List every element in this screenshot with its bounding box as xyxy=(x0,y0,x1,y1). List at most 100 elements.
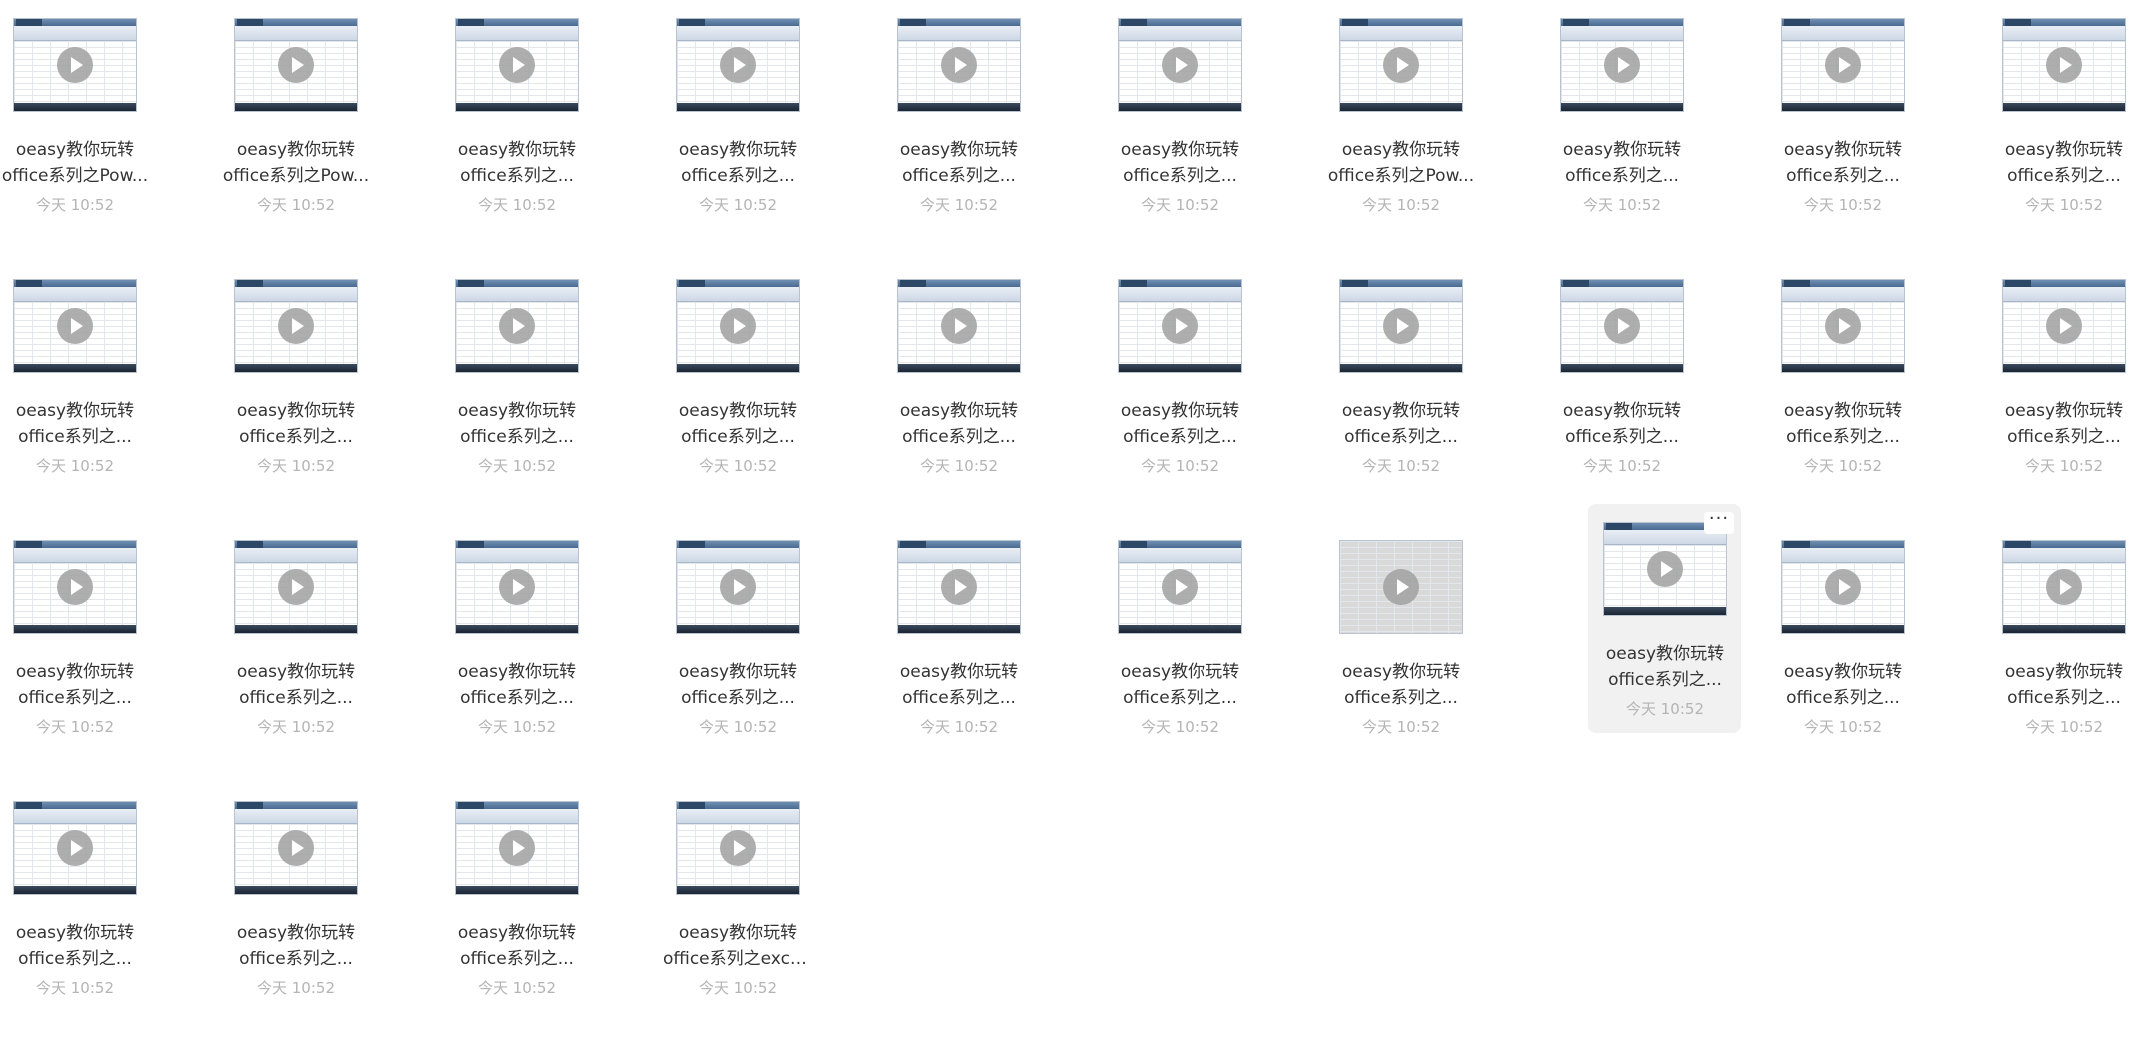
play-icon[interactable] xyxy=(1825,47,1861,83)
video-tile[interactable]: oeasy教你玩转 office系列之... 今天 10:52 xyxy=(1326,261,1547,522)
play-icon[interactable] xyxy=(278,569,314,605)
video-tile[interactable]: oeasy教你玩转 office系列之... 今天 10:52 xyxy=(221,522,442,783)
video-tile[interactable]: oeasy教你玩转 office系列之... 今天 10:52 xyxy=(442,783,663,1044)
video-tile[interactable]: oeasy教你玩转 office系列之Pow... 今天 10:52 xyxy=(221,0,442,261)
video-thumbnail[interactable] xyxy=(1560,18,1684,112)
video-thumbnail[interactable] xyxy=(1603,522,1727,616)
play-icon[interactable] xyxy=(499,308,535,344)
play-icon[interactable] xyxy=(720,830,756,866)
video-thumbnail[interactable] xyxy=(1118,540,1242,634)
video-thumbnail[interactable] xyxy=(1118,279,1242,373)
video-thumbnail[interactable] xyxy=(234,279,358,373)
video-tile[interactable]: oeasy教你玩转 office系列之... 今天 10:52 xyxy=(1547,0,1768,261)
play-icon[interactable] xyxy=(278,47,314,83)
video-tile[interactable]: oeasy教你玩转 office系列之... 今天 10:52 xyxy=(0,783,221,1044)
play-icon[interactable] xyxy=(1162,47,1198,83)
video-thumbnail[interactable] xyxy=(1781,540,1905,634)
video-thumbnail[interactable] xyxy=(2002,540,2126,634)
play-icon[interactable] xyxy=(941,308,977,344)
play-icon[interactable] xyxy=(499,47,535,83)
video-tile[interactable]: oeasy教你玩转 office系列之... 今天 10:52 xyxy=(0,261,221,522)
play-icon[interactable] xyxy=(1383,47,1419,83)
video-tile[interactable]: oeasy教你玩转 office系列之... 今天 10:52 xyxy=(1768,522,1989,783)
video-thumbnail[interactable] xyxy=(676,18,800,112)
video-tile[interactable]: oeasy教你玩转 office系列之... 今天 10:52 xyxy=(1989,522,2134,783)
video-tile[interactable]: oeasy教你玩转 office系列之... 今天 10:52 xyxy=(221,261,442,522)
video-thumbnail[interactable] xyxy=(676,540,800,634)
video-tile[interactable]: oeasy教你玩转 office系列之... 今天 10:52 xyxy=(884,522,1105,783)
video-tile[interactable]: oeasy教你玩转 office系列之... 今天 10:52 xyxy=(1105,522,1326,783)
video-thumbnail[interactable] xyxy=(1560,279,1684,373)
video-thumbnail[interactable] xyxy=(897,18,1021,112)
video-thumbnail[interactable] xyxy=(455,801,579,895)
video-thumbnail[interactable] xyxy=(13,279,137,373)
video-tile[interactable]: oeasy教你玩转 office系列之... 今天 10:52 xyxy=(884,261,1105,522)
more-options-button[interactable]: ··· xyxy=(1704,510,1734,534)
play-icon[interactable] xyxy=(57,47,93,83)
video-thumbnail[interactable] xyxy=(13,801,137,895)
video-tile[interactable]: oeasy教你玩转 office系列之... 今天 10:52 xyxy=(663,522,884,783)
play-icon[interactable] xyxy=(1383,569,1419,605)
video-thumbnail[interactable] xyxy=(2002,279,2126,373)
video-tile[interactable]: oeasy教你玩转 office系列之... 今天 10:52 xyxy=(1768,0,1989,261)
video-thumbnail[interactable] xyxy=(234,540,358,634)
play-icon[interactable] xyxy=(1162,308,1198,344)
hover-card[interactable]: ··· oeasy教你玩转 office系列之... 今天 10:52 xyxy=(1588,504,1741,733)
video-thumbnail[interactable] xyxy=(1781,18,1905,112)
play-icon[interactable] xyxy=(720,47,756,83)
video-thumbnail[interactable] xyxy=(234,18,358,112)
video-tile[interactable]: oeasy教你玩转 office系列之... 今天 10:52 xyxy=(663,261,884,522)
play-icon[interactable] xyxy=(499,830,535,866)
video-tile[interactable]: oeasy教你玩转 office系列之... 今天 10:52 xyxy=(1989,261,2134,522)
video-tile[interactable]: oeasy教你玩转 office系列之... 今天 10:52 xyxy=(442,522,663,783)
video-thumbnail[interactable] xyxy=(1339,279,1463,373)
video-tile[interactable]: oeasy教你玩转 office系列之exce... 今天 10:52 xyxy=(663,783,884,1044)
video-thumbnail[interactable] xyxy=(897,279,1021,373)
play-icon[interactable] xyxy=(2046,569,2082,605)
play-icon[interactable] xyxy=(1604,47,1640,83)
play-icon[interactable] xyxy=(1383,308,1419,344)
video-thumbnail[interactable] xyxy=(455,540,579,634)
play-icon[interactable] xyxy=(1825,308,1861,344)
video-tile[interactable]: oeasy教你玩转 office系列之... 今天 10:52 xyxy=(884,0,1105,261)
video-thumbnail[interactable] xyxy=(455,18,579,112)
video-thumbnail[interactable] xyxy=(676,279,800,373)
play-icon[interactable] xyxy=(57,830,93,866)
video-thumbnail[interactable] xyxy=(2002,18,2126,112)
video-thumbnail[interactable] xyxy=(676,801,800,895)
video-tile[interactable]: oeasy教你玩转 office系列之... 今天 10:52 xyxy=(663,0,884,261)
video-tile[interactable]: oeasy教你玩转 office系列之... 今天 10:52 xyxy=(1768,261,1989,522)
play-icon[interactable] xyxy=(2046,47,2082,83)
video-thumbnail[interactable] xyxy=(13,540,137,634)
play-icon[interactable] xyxy=(57,308,93,344)
play-icon[interactable] xyxy=(499,569,535,605)
video-tile[interactable]: oeasy教你玩转 office系列之Pow... 今天 10:52 xyxy=(0,0,221,261)
play-icon[interactable] xyxy=(941,569,977,605)
play-icon[interactable] xyxy=(2046,308,2082,344)
video-tile[interactable]: oeasy教你玩转 office系列之... 今天 10:52 xyxy=(1105,261,1326,522)
video-thumbnail[interactable] xyxy=(1118,18,1242,112)
video-tile[interactable]: oeasy教你玩转 office系列之... 今天 10:52 xyxy=(442,261,663,522)
play-icon[interactable] xyxy=(278,830,314,866)
video-tile[interactable]: oeasy教你玩转 office系列之... 今天 10:52 xyxy=(1547,261,1768,522)
video-thumbnail[interactable] xyxy=(13,18,137,112)
video-tile[interactable]: oeasy教你玩转 office系列之... 今天 10:52 xyxy=(1326,522,1547,783)
play-icon[interactable] xyxy=(1647,551,1683,587)
play-icon[interactable] xyxy=(1162,569,1198,605)
play-icon[interactable] xyxy=(278,308,314,344)
video-tile[interactable]: oeasy教你玩转 office系列之Pow... 今天 10:52 xyxy=(1326,0,1547,261)
video-tile[interactable]: oeasy教你玩转 office系列之... 今天 10:52 xyxy=(221,783,442,1044)
video-thumbnail[interactable] xyxy=(1339,18,1463,112)
video-thumbnail[interactable] xyxy=(897,540,1021,634)
video-tile[interactable]: oeasy教你玩转 office系列之... 今天 10:52 xyxy=(442,0,663,261)
video-thumbnail[interactable] xyxy=(1339,540,1463,634)
video-thumbnail[interactable] xyxy=(1781,279,1905,373)
video-tile[interactable]: oeasy教你玩转 office系列之... 今天 10:52 xyxy=(1105,0,1326,261)
video-thumbnail[interactable] xyxy=(234,801,358,895)
play-icon[interactable] xyxy=(720,308,756,344)
play-icon[interactable] xyxy=(720,569,756,605)
play-icon[interactable] xyxy=(1825,569,1861,605)
video-tile[interactable]: oeasy教你玩转 office系列之... 今天 10:52 xyxy=(0,522,221,783)
video-tile[interactable]: oeasy教你玩转 office系列之... 今天 10:52 xyxy=(1989,0,2134,261)
play-icon[interactable] xyxy=(57,569,93,605)
